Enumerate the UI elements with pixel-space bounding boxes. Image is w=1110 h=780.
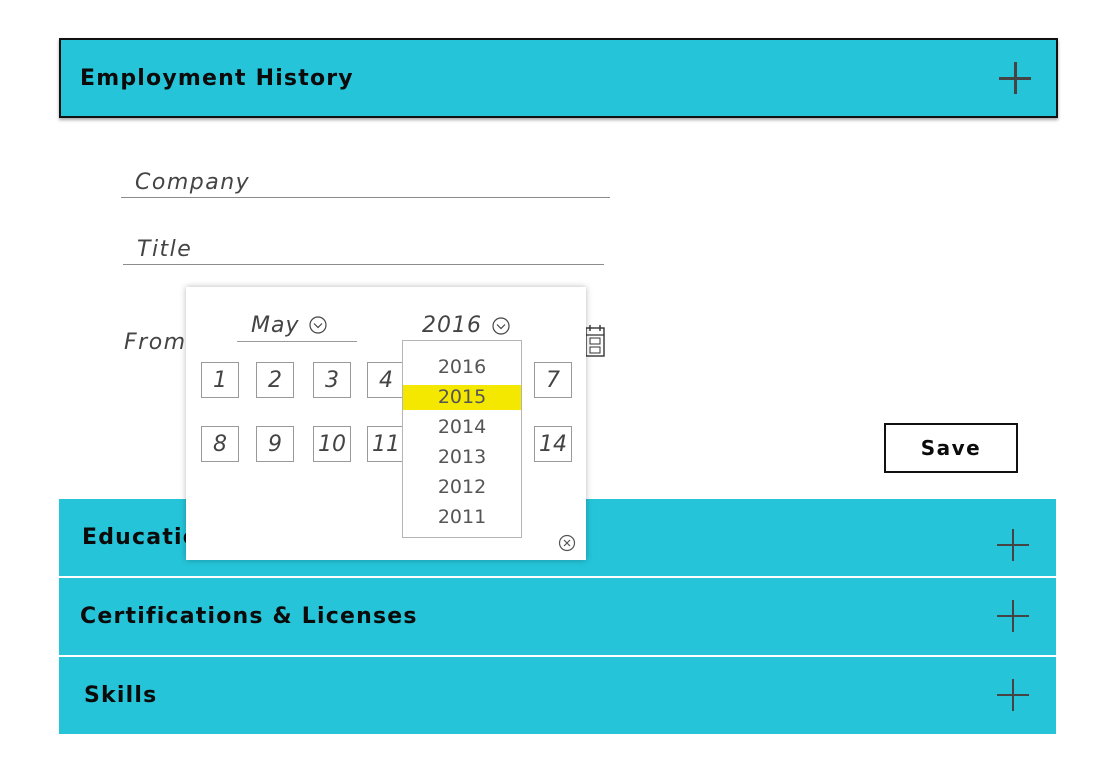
chevron-down-icon (309, 316, 328, 334)
chevron-down-icon (492, 316, 510, 335)
year-option[interactable]: 2013 (403, 445, 521, 470)
title-field (123, 230, 604, 265)
section-title: Skills (84, 683, 158, 708)
day-cell[interactable]: 7 (534, 362, 572, 398)
day-cell[interactable]: 2 (256, 362, 294, 398)
year-option[interactable]: 2016 (403, 355, 521, 380)
day-cell[interactable]: 1 (201, 362, 239, 398)
day-cell[interactable]: 9 (256, 426, 294, 462)
month-value: May (251, 312, 300, 338)
year-option[interactable]: 2012 (403, 475, 521, 500)
year-option[interactable]: 2011 (403, 505, 521, 530)
day-cell[interactable]: 4 (367, 362, 405, 398)
certifications-header[interactable]: Certifications & Licenses (59, 578, 1056, 655)
save-button[interactable]: Save (884, 423, 1018, 473)
company-input[interactable] (135, 170, 604, 195)
from-label: From (124, 330, 187, 355)
day-cell[interactable]: 10 (313, 426, 351, 462)
skills-header[interactable]: Skills (59, 657, 1056, 734)
month-select[interactable]: May (237, 309, 357, 342)
day-cell[interactable]: 14 (534, 426, 572, 462)
section-title: Certifications & Licenses (80, 604, 418, 629)
year-value: 2016 (422, 313, 482, 338)
plus-icon[interactable] (997, 529, 1029, 561)
year-select[interactable]: 2016 (422, 313, 510, 338)
title-input[interactable] (137, 237, 598, 262)
day-cell[interactable]: 3 (313, 362, 351, 398)
close-circle-icon[interactable] (558, 534, 576, 552)
plus-icon[interactable] (999, 62, 1031, 94)
company-field (121, 163, 610, 198)
date-picker-popup: May 2016 1 2 3 4 7 8 9 10 11 14 2016 201… (186, 287, 586, 560)
plus-icon[interactable] (997, 679, 1029, 711)
day-cell[interactable]: 8 (201, 426, 239, 462)
employment-history-header[interactable]: Employment History (59, 38, 1058, 118)
calendar-icon[interactable] (585, 324, 605, 358)
year-dropdown-list: 2016 2015 2014 2013 2012 2011 (402, 340, 522, 538)
section-title: Employment History (80, 65, 354, 91)
year-option[interactable]: 2014 (403, 415, 521, 440)
day-cell[interactable]: 11 (367, 426, 405, 462)
plus-icon[interactable] (997, 600, 1029, 632)
year-option-selected[interactable]: 2015 (403, 385, 521, 410)
